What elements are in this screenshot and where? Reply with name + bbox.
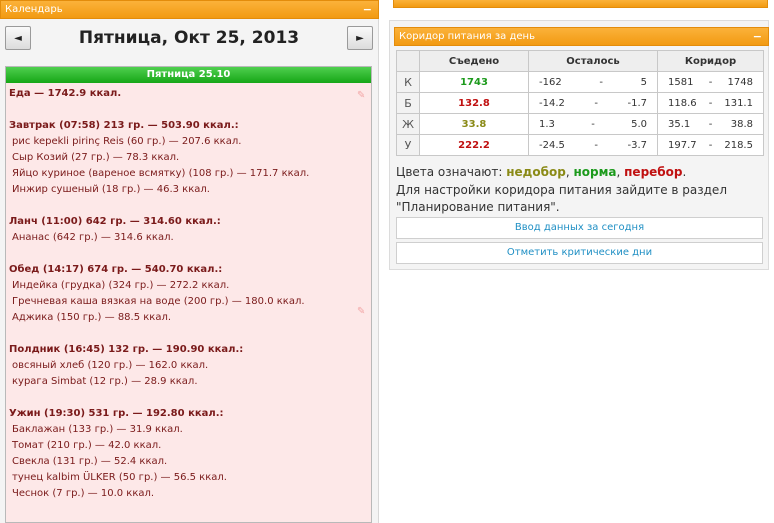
column-header-range: Коридор <box>657 50 764 72</box>
corridor-min: 197.7 <box>668 139 697 151</box>
range-dash: - <box>591 118 595 130</box>
meal-header-snack: Полдник (16:45) 132 гр. — 190.90 ккал.: <box>9 344 244 355</box>
corridor-range: 197.7-218.5 <box>657 134 764 156</box>
list-item: Инжир сушеный (18 гр.) — 46.3 ккал. <box>12 184 210 195</box>
remaining-range: -14.2 - -1.7 <box>528 92 658 114</box>
corridor-table: Съедено Осталось Коридор К 1743 -162 - 5 1581… <box>396 50 764 156</box>
range-dash: - <box>594 139 598 151</box>
list-item: Индейка (грудка) (324 гр.) — 272.2 ккал. <box>12 280 230 291</box>
corridor-max: 218.5 <box>724 139 753 151</box>
list-item: Аджика (150 гр.) — 88.5 ккал. <box>12 312 172 323</box>
day-header: Пятница 25.10 <box>6 67 371 83</box>
remaining-max: 5.0 <box>631 118 647 130</box>
meal-header-dinner: Обед (14:17) 674 гр. — 540.70 ккал.: <box>9 264 223 275</box>
day-summary: Пятница 25.10 ✎ ✎ Еда — 1742.9 ккал. Зав… <box>5 66 372 523</box>
edit-food-icon[interactable]: ✎ <box>357 91 367 101</box>
collapsed-panel-stub <box>393 0 768 8</box>
column-header-eaten: Съедено <box>419 50 529 72</box>
list-item: тунец kalbim ÜLKER (50 гр.) — 56.5 ккал. <box>12 472 227 483</box>
list-item: Чеснок (7 гр.) — 10.0 ккал. <box>12 488 155 499</box>
corridor-min: 118.6 <box>668 97 697 109</box>
list-item: Баклажан (133 гр.) — 31.9 ккал. <box>12 424 183 435</box>
remaining-range: -162 - 5 <box>528 71 658 93</box>
table-row: К 1743 -162 - 5 1581 - 1748 <box>396 71 764 93</box>
legend-under: недобор <box>506 165 566 179</box>
row-label: Б <box>396 92 420 114</box>
corridor-min: 35.1 <box>668 118 691 130</box>
table-header-row: Съедено Осталось Коридор <box>396 50 764 72</box>
date-navigation: ◄ Пятница, Окт 25, 2013 ► <box>5 26 373 52</box>
range-dash: - <box>594 97 598 109</box>
remaining-max: -1.7 <box>627 97 647 109</box>
mark-critical-days-button[interactable]: Отметить критические дни <box>396 242 763 264</box>
table-header-empty <box>396 50 420 72</box>
remaining-min: -14.2 <box>539 97 565 109</box>
remaining-max: -3.7 <box>627 139 647 151</box>
collapse-icon[interactable]: − <box>363 1 372 18</box>
meal-header-breakfast: Завтрак (07:58) 213 гр. — 503.90 ккал.: <box>9 120 239 131</box>
corridor-panel-title: Коридор питания за день <box>399 31 535 42</box>
table-row: Ж 33.8 1.3 - 5.0 35.1 - 38.8 <box>396 113 764 135</box>
calendar-panel-title: Календарь <box>5 4 63 15</box>
corridor-max: 131.1 <box>724 97 753 109</box>
remaining-min: 1.3 <box>539 118 555 130</box>
range-dash: - <box>708 139 713 151</box>
meal-header-lunch: Ланч (11:00) 642 гр. — 314.60 ккал.: <box>9 216 221 227</box>
table-row: Б 132.8 -14.2- -1.7 118.6-131.1 <box>396 92 764 114</box>
range-dash: - <box>708 97 713 109</box>
collapse-icon[interactable]: − <box>753 28 762 45</box>
list-item: рис kepekli pirinç Reis (60 гр.) — 207.6… <box>12 136 242 147</box>
nutrition-corridor-panel: Коридор питания за день − Съедено Остало… <box>389 20 769 270</box>
range-dash: - <box>708 76 713 88</box>
corridor-info-text: Для настройки коридора питания зайдите в… <box>396 183 727 214</box>
legend-prefix: Цвета означают: <box>396 165 507 179</box>
remaining-range: -24.5 - -3.7 <box>528 134 658 156</box>
food-total: Еда — 1742.9 ккал. <box>9 88 122 99</box>
list-item: Томат (210 гр.) — 42.0 ккал. <box>12 440 162 451</box>
corridor-max: 38.8 <box>730 118 753 130</box>
calendar-panel: Календарь − ◄ Пятница, Окт 25, 2013 ► Пя… <box>0 0 379 523</box>
edit-meal-icon[interactable]: ✎ <box>357 307 367 317</box>
row-label: Ж <box>396 113 420 135</box>
range-dash: - <box>599 76 603 88</box>
corridor-range: 118.6-131.1 <box>657 92 764 114</box>
prev-day-button[interactable]: ◄ <box>5 26 31 50</box>
enter-today-data-button[interactable]: Ввод данных за сегодня <box>396 217 763 239</box>
row-label: У <box>396 134 420 156</box>
remaining-range: 1.3 - 5.0 <box>528 113 658 135</box>
next-day-button[interactable]: ► <box>347 26 373 50</box>
calendar-panel-header[interactable]: Календарь − <box>0 0 379 19</box>
list-item: Свекла (131 гр.) — 52.4 ккал. <box>12 456 168 467</box>
meal-list: Еда — 1742.9 ккал. Завтрак (07:58) 213 г… <box>6 83 371 502</box>
list-item: Яйцо куриное (вареное всмятку) (108 гр.)… <box>12 168 310 179</box>
eaten-value: 222.2 <box>419 134 529 156</box>
remaining-min: -162 <box>539 76 562 88</box>
table-row: У 222.2 -24.5- -3.7 197.7-218.5 <box>396 134 764 156</box>
corridor-max: 1748 <box>727 76 753 88</box>
remaining-max: 5 <box>640 76 647 88</box>
corridor-range: 1581 - 1748 <box>657 71 764 93</box>
eaten-value: 1743 <box>419 71 529 93</box>
list-item: Ананас (642 гр.) — 314.6 ккал. <box>12 232 174 243</box>
list-item: Гречневая каша вязкая на воде (200 гр.) … <box>12 296 305 307</box>
corridor-panel-header[interactable]: Коридор питания за день − <box>394 27 769 46</box>
list-item: овсяный хлеб (120 гр.) — 162.0 ккал. <box>12 360 209 371</box>
range-dash: - <box>708 118 713 130</box>
corridor-min: 1581 <box>668 76 694 88</box>
eaten-value: 33.8 <box>419 113 529 135</box>
eaten-value: 132.8 <box>419 92 529 114</box>
meal-header-supper: Ужин (19:30) 531 гр. — 192.80 ккал.: <box>9 408 224 419</box>
list-item: курага Simbat (12 гр.) — 28.9 ккал. <box>12 376 198 387</box>
remaining-min: -24.5 <box>539 139 565 151</box>
column-header-left: Осталось <box>528 50 658 72</box>
legend-norm: норма <box>573 165 617 179</box>
page-title: Пятница, Окт 25, 2013 <box>78 28 300 48</box>
corridor-range: 35.1 - 38.8 <box>657 113 764 135</box>
legend-over: перебор <box>624 165 683 179</box>
row-label: К <box>396 71 420 93</box>
color-legend: Цвета означают: недобор, норма, перебор. <box>396 165 687 179</box>
list-item: Сыр Козий (27 гр.) — 78.3 ккал. <box>12 152 180 163</box>
